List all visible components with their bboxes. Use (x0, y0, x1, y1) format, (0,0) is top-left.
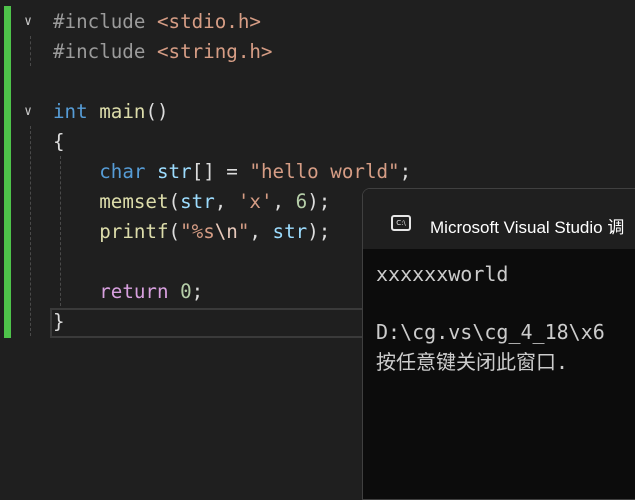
fold-guide (30, 36, 31, 66)
console-prompt-line: 按任意键关闭此窗口. (376, 350, 569, 374)
code-token: [] = (191, 160, 250, 183)
fold-guide (30, 126, 31, 336)
console-titlebar[interactable]: C:\ Microsoft Visual Studio 调 (363, 189, 635, 249)
code-token: str (180, 190, 215, 213)
code-token: () (145, 100, 169, 123)
code-token: ( (168, 190, 181, 213)
code-token: <stdio.h> (156, 10, 261, 33)
code-token: return (99, 280, 169, 303)
code-token: printf (99, 220, 169, 243)
code-line[interactable]: char str[] = "hello world"; (53, 157, 411, 187)
console-app-icon: C:\ (391, 215, 411, 231)
code-token: { (53, 130, 65, 153)
code-token: ; (399, 160, 412, 183)
code-token: , (249, 220, 273, 243)
code-token: \n (214, 220, 238, 243)
code-token: int (53, 100, 88, 123)
code-token: 0 (180, 280, 192, 303)
code-token: "%s (180, 220, 215, 243)
code-token: #include (53, 10, 157, 33)
current-line-highlight (50, 308, 412, 338)
change-indicator-bar (4, 6, 11, 338)
code-token: , (272, 190, 296, 213)
code-token: 6 (295, 190, 308, 213)
code-token: main (99, 100, 146, 123)
code-token: #include (53, 40, 157, 63)
fold-toggle-icon[interactable]: ∨ (19, 103, 37, 121)
code-line[interactable]: { (53, 127, 65, 157)
code-token: memset (99, 190, 169, 213)
code-token: "hello world" (249, 160, 400, 183)
fold-toggle-icon[interactable]: ∨ (19, 13, 37, 31)
code-line[interactable]: memset(str, 'x', 6); (53, 187, 330, 217)
code-token: ; (191, 280, 204, 303)
code-line[interactable]: } (53, 307, 65, 337)
code-token: str (157, 160, 192, 183)
code-token: str (272, 220, 308, 243)
code-line[interactable]: return 0; (53, 277, 203, 307)
code-line[interactable]: #include <string.h> (53, 37, 273, 67)
code-token: " (237, 220, 250, 243)
code-token: ); (307, 220, 331, 243)
code-line[interactable]: int main() (53, 97, 169, 127)
code-line[interactable]: printf("%s\n", str); (53, 217, 330, 247)
code-token: ); (307, 190, 331, 213)
code-token: <string.h> (156, 40, 273, 63)
code-line[interactable]: #include <stdio.h> (53, 7, 261, 37)
code-token: char (99, 160, 146, 183)
console-title: Microsoft Visual Studio 调 (430, 218, 625, 237)
code-token: , (214, 190, 238, 213)
code-token: 'x' (237, 190, 273, 213)
console-path-line: D:\cg.vs\cg_4_18\x6 (376, 320, 605, 344)
code-token: } (53, 310, 65, 333)
code-token: ( (168, 220, 181, 243)
console-window[interactable]: C:\ Microsoft Visual Studio 调 xxxxxxworl… (362, 188, 635, 500)
console-output-line: xxxxxxworld (376, 262, 509, 286)
